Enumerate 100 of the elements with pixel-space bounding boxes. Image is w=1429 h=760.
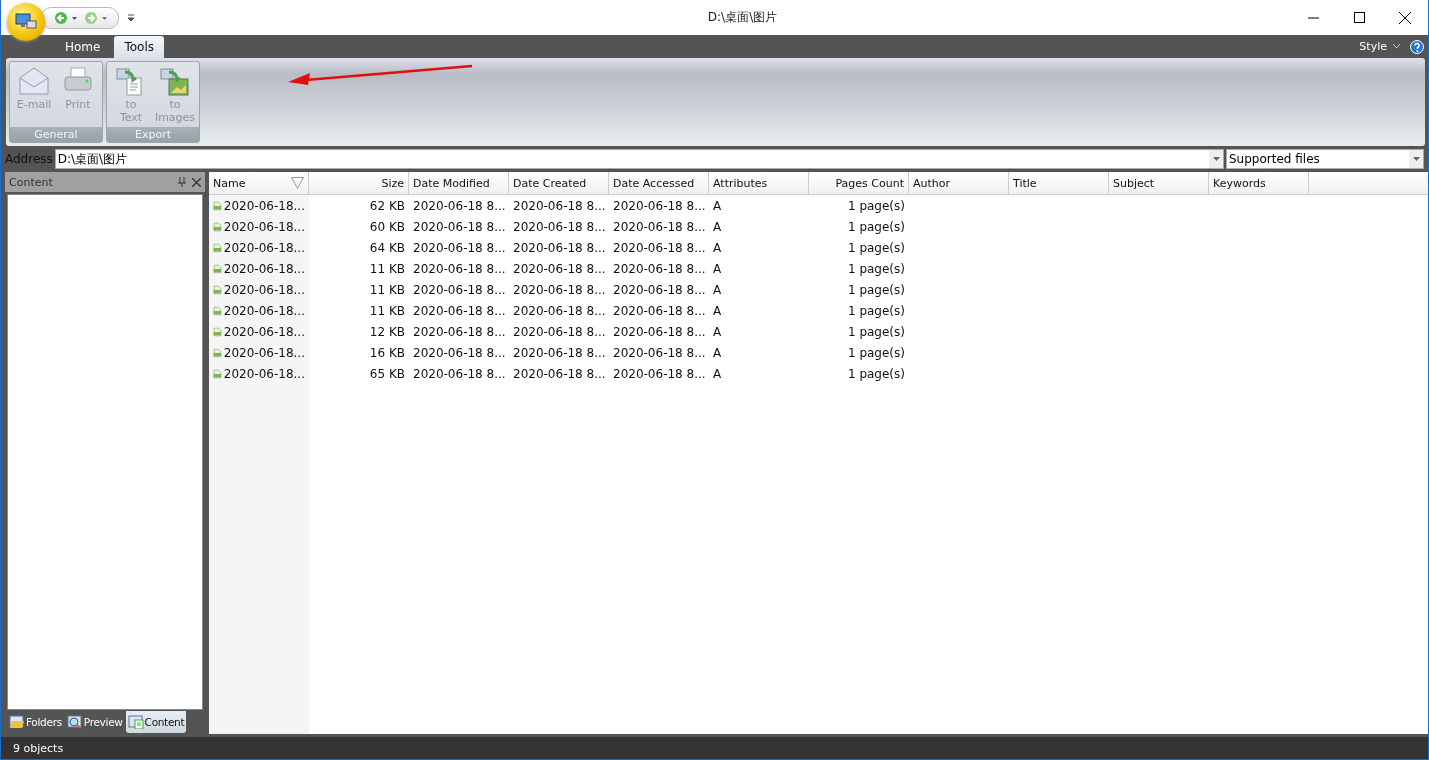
pin-button[interactable] bbox=[178, 177, 186, 187]
maximize-icon bbox=[1353, 12, 1365, 23]
table-cell-text: 2020-06-18 8... bbox=[412, 260, 507, 278]
table-cell: 2020-06-18... bbox=[209, 363, 309, 384]
magnifier-icon bbox=[66, 715, 83, 729]
table-cell-text: 2020-06-18 8... bbox=[512, 302, 607, 320]
table-cell-text: A bbox=[712, 281, 723, 299]
table-cell-text: 2020-06-18 8... bbox=[612, 197, 707, 215]
export-image-icon bbox=[159, 66, 191, 96]
table-cell-text: 2020-06-18 8... bbox=[512, 239, 607, 257]
dropdown-icon bbox=[127, 13, 135, 22]
table-cell: 2020-06-18... bbox=[209, 195, 309, 216]
minimize-icon bbox=[1307, 16, 1319, 19]
table-cell-text: 2020-06-18 8... bbox=[612, 302, 707, 320]
folder-icon bbox=[9, 715, 25, 729]
customize-toolbar-button[interactable] bbox=[127, 13, 135, 22]
table-cell-text: 2020-06-18 8... bbox=[412, 197, 507, 215]
style-menu[interactable]: Style bbox=[1353, 39, 1406, 54]
table-cell-text: A bbox=[712, 344, 723, 362]
table-cell-text: A bbox=[712, 302, 723, 320]
table-cell-text: 62 KB bbox=[368, 197, 406, 215]
table-cell-text: 1 page(s) bbox=[846, 281, 906, 299]
table-cell-text: 60 KB bbox=[368, 218, 406, 236]
close-button[interactable] bbox=[192, 177, 201, 187]
close-icon bbox=[1399, 11, 1411, 24]
ribbon-tab[interactable]: Home bbox=[55, 36, 111, 58]
address-label: Address bbox=[5, 152, 53, 166]
column-header[interactable]: Pages Count bbox=[809, 172, 909, 194]
table-cell-text: 2020-06-18 8... bbox=[512, 197, 607, 215]
table-cell-text: 2020-06-18 8... bbox=[512, 281, 607, 299]
column-header[interactable]: Attributes bbox=[709, 172, 809, 194]
column-header[interactable]: Author bbox=[909, 172, 1009, 194]
status-text: 9 objects bbox=[13, 741, 64, 755]
table-cell-text: 2020-06-18 8... bbox=[412, 323, 507, 341]
back-icon bbox=[54, 10, 80, 25]
column-header[interactable]: Date Created bbox=[509, 172, 609, 194]
panel-title: Content bbox=[9, 175, 54, 189]
window-title: D:\桌面\图片 bbox=[706, 9, 779, 26]
panel-tab[interactable]: Folders bbox=[7, 711, 64, 733]
back-button[interactable] bbox=[54, 10, 80, 25]
table-cell-text: 1 page(s) bbox=[846, 260, 906, 278]
app-menu-button[interactable] bbox=[7, 2, 45, 41]
document-icon bbox=[127, 715, 144, 729]
column-header[interactable]: Keywords bbox=[1209, 172, 1309, 194]
table-cell-text: 11 KB bbox=[368, 260, 406, 278]
table-cell-text: 64 KB bbox=[368, 239, 406, 257]
table-cell-text: 2020-06-18 8... bbox=[412, 218, 507, 236]
group-label: Export bbox=[107, 127, 199, 142]
column-header[interactable]: Title bbox=[1009, 172, 1109, 194]
table-cell-text: 2020-06-18 8... bbox=[612, 260, 707, 278]
table-cell: 2020-06-18... bbox=[209, 321, 309, 342]
table-cell-text: 2020-06-18 8... bbox=[512, 323, 607, 341]
table-cell-text: 2020-06-18 8... bbox=[512, 365, 607, 383]
table-cell: 2020-06-18... bbox=[209, 279, 309, 300]
table-cell-text: 2020-06-18 8... bbox=[412, 281, 507, 299]
table-cell-text: 1 page(s) bbox=[846, 239, 906, 257]
dropdown-icon bbox=[1412, 157, 1420, 161]
forward-icon bbox=[84, 10, 110, 25]
table-cell-text: 1 page(s) bbox=[846, 218, 906, 236]
dropdown-icon bbox=[1212, 157, 1220, 161]
table-cell: 2020-06-18... bbox=[209, 237, 309, 258]
table-cell-text: A bbox=[712, 218, 723, 236]
ribbon-tab[interactable]: Tools bbox=[114, 36, 164, 58]
table-cell-text: 2020-06-18 8... bbox=[512, 260, 607, 278]
table-cell-text: 1 page(s) bbox=[846, 323, 906, 341]
table-cell: 2020-06-18... bbox=[209, 216, 309, 237]
table-cell-text: 2020-06-18 8... bbox=[612, 281, 707, 299]
table-cell: 2020-06-18... bbox=[209, 300, 309, 321]
table-cell-text: 2020-06-18 8... bbox=[412, 365, 507, 383]
panel-tab[interactable]: Content bbox=[125, 711, 187, 733]
envelope-icon bbox=[18, 66, 50, 96]
column-header[interactable]: Name bbox=[209, 172, 309, 194]
table-cell-text: 11 KB bbox=[368, 281, 406, 299]
table-cell-text: 2020-06-18 8... bbox=[612, 239, 707, 257]
table-cell-text: 2020-06-18 8... bbox=[412, 302, 507, 320]
file-filter-dropdown[interactable]: Supported files bbox=[1226, 149, 1424, 169]
close-icon bbox=[192, 177, 201, 187]
panel-tab[interactable]: Preview bbox=[64, 711, 125, 733]
column-header[interactable]: Subject bbox=[1109, 172, 1209, 194]
table-cell-text: 1 page(s) bbox=[846, 302, 906, 320]
help-icon bbox=[1410, 39, 1424, 54]
filter-icon bbox=[291, 177, 304, 189]
help-button[interactable] bbox=[1410, 39, 1424, 54]
address-field[interactable]: D:\桌面\图片 bbox=[54, 149, 1224, 169]
table-cell-text: 2020-06-18 8... bbox=[412, 239, 507, 257]
table-cell: 2020-06-18... bbox=[209, 258, 309, 279]
table-cell-text: 2020-06-18 8... bbox=[512, 218, 607, 236]
table-cell-text: 2020-06-18 8... bbox=[612, 344, 707, 362]
table-cell-text: 2020-06-18 8... bbox=[612, 365, 707, 383]
column-header[interactable]: Size bbox=[309, 172, 409, 194]
table-cell-text: A bbox=[712, 260, 723, 278]
table-cell-text: 12 KB bbox=[368, 323, 406, 341]
column-header[interactable]: Date Modified bbox=[409, 172, 509, 194]
table-cell: 2020-06-18... bbox=[209, 342, 309, 363]
column-header[interactable]: Date Accessed bbox=[609, 172, 709, 194]
table-cell-text: 65 KB bbox=[368, 365, 406, 383]
group-label: General bbox=[10, 127, 102, 142]
table-cell-text: 1 page(s) bbox=[846, 344, 906, 362]
table-cell-text: 2020-06-18 8... bbox=[612, 218, 707, 236]
pin-icon bbox=[178, 177, 186, 187]
